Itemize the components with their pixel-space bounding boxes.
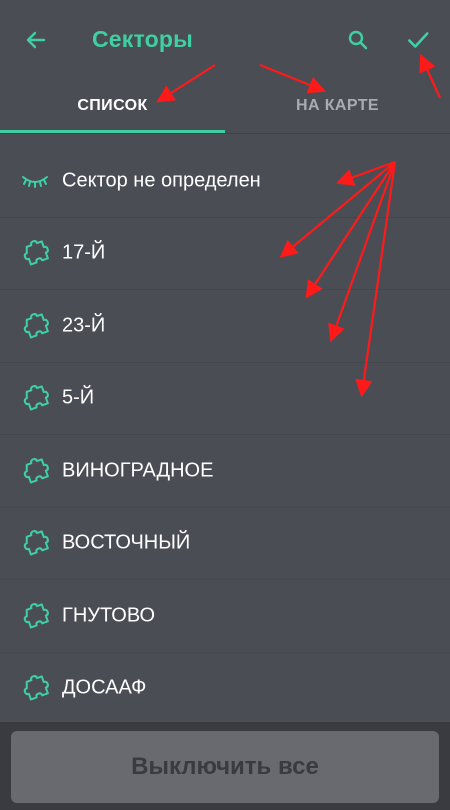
puzzle-piece-icon (20, 312, 50, 339)
sector-item-label: 5-Й (62, 386, 95, 409)
tab-indicator (0, 130, 225, 133)
puzzle-piece-icon (20, 602, 50, 629)
sector-item-label: 23-Й (62, 314, 106, 337)
puzzle-piece-icon (20, 675, 50, 701)
sector-item-undefined[interactable]: Сектор не определен (0, 145, 450, 218)
sector-item-17[interactable]: 17-Й (0, 218, 450, 290)
tab-list[interactable]: СПИСОК (0, 78, 225, 134)
sector-item-vostochny[interactable]: ВОСТОЧНЫЙ (0, 508, 450, 580)
arrow-left-icon (26, 31, 46, 49)
tabs-divider (0, 133, 450, 134)
confirm-button[interactable] (398, 20, 438, 60)
sectors-screen: Секторы СПИСОК НА КАРТЕ Сектор не опреде… (0, 0, 450, 810)
page-title: Секторы (92, 26, 194, 52)
sector-item-label: Сектор не определен (62, 169, 261, 192)
tab-map[interactable]: НА КАРТЕ (225, 78, 450, 134)
search-button[interactable] (338, 20, 378, 60)
closed-eye-icon (20, 168, 50, 194)
sector-item-vinogradnoe[interactable]: ВИНОГРАДНОЕ (0, 435, 450, 508)
puzzle-piece-icon (20, 385, 50, 411)
sector-item-label: ГНУТОВО (62, 604, 156, 627)
puzzle-piece-icon (20, 530, 50, 556)
sector-item-label: 17-Й (62, 241, 106, 264)
puzzle-piece-icon (20, 240, 50, 266)
back-button[interactable] (16, 20, 56, 60)
search-icon (348, 30, 368, 50)
tab-bar: СПИСОК НА КАРТЕ (0, 78, 450, 134)
check-icon (408, 32, 429, 48)
sector-list: Сектор не определен 17-Й 23-Й 5-Й ВИНОГР… (0, 145, 450, 725)
sector-item-label: ДОСААФ (62, 676, 147, 699)
sector-item-label: ВОСТОЧНЫЙ (62, 531, 191, 554)
puzzle-piece-icon (20, 457, 50, 484)
sector-item-dosaaf[interactable]: ДОСААФ (0, 653, 450, 725)
sector-item-label: ВИНОГРАДНОЕ (62, 459, 214, 482)
app-bar: Секторы (0, 0, 450, 78)
sector-item-5[interactable]: 5-Й (0, 363, 450, 435)
disable-all-button[interactable]: Выключить все (11, 731, 439, 803)
bottom-bar: Выключить все (0, 722, 450, 810)
sector-item-23[interactable]: 23-Й (0, 290, 450, 363)
sector-item-gnutovo[interactable]: ГНУТОВО (0, 580, 450, 653)
